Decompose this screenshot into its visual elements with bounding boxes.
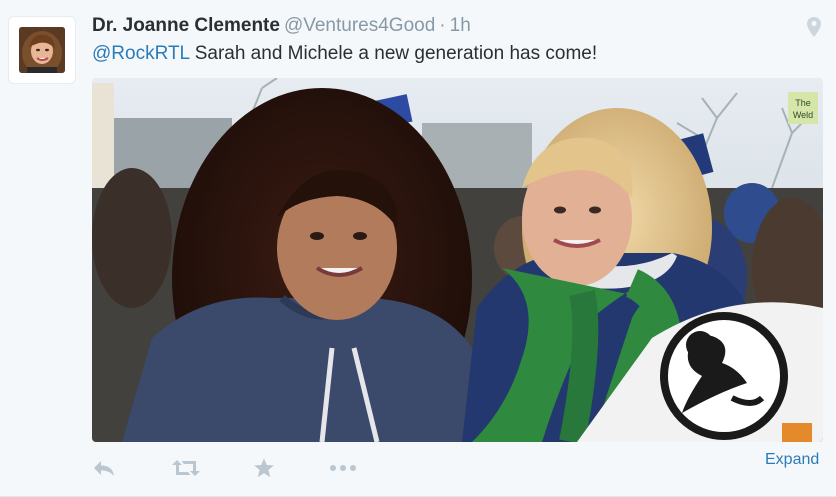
tweet-header: Dr. Joanne Clemente @Ventures4Good · 1h: [92, 14, 471, 38]
reply-icon: [94, 461, 114, 476]
avatar[interactable]: [9, 17, 75, 83]
more-icon: [330, 465, 356, 471]
tweet-card[interactable]: Dr. Joanne Clemente @Ventures4Good · 1h @Ro…: [0, 0, 836, 497]
tweet-body: Sarah and Michele a new generation has c…: [189, 43, 598, 64]
separator: ·: [439, 15, 446, 36]
location-pin-icon[interactable]: [806, 16, 822, 38]
tweet-photo[interactable]: The Weld: [92, 78, 823, 442]
tweet-text: @RockRTL Sarah and Michele a new generat…: [92, 42, 597, 66]
svg-text:Weld: Weld: [793, 110, 813, 120]
user-handle[interactable]: @Ventures4Good: [284, 15, 435, 36]
favorite-button[interactable]: [253, 456, 275, 480]
retweet-icon: [172, 460, 200, 476]
more-button[interactable]: [329, 456, 357, 480]
display-name[interactable]: Dr. Joanne Clemente: [92, 15, 280, 36]
svg-text:The: The: [795, 98, 811, 108]
expand-link[interactable]: Expand: [765, 450, 819, 470]
avatar-image: [19, 27, 65, 73]
reply-button[interactable]: [92, 456, 116, 480]
retweet-button[interactable]: [172, 456, 200, 480]
star-icon: [254, 458, 274, 477]
timestamp[interactable]: 1h: [450, 15, 471, 36]
mention-link[interactable]: @RockRTL: [92, 43, 189, 64]
